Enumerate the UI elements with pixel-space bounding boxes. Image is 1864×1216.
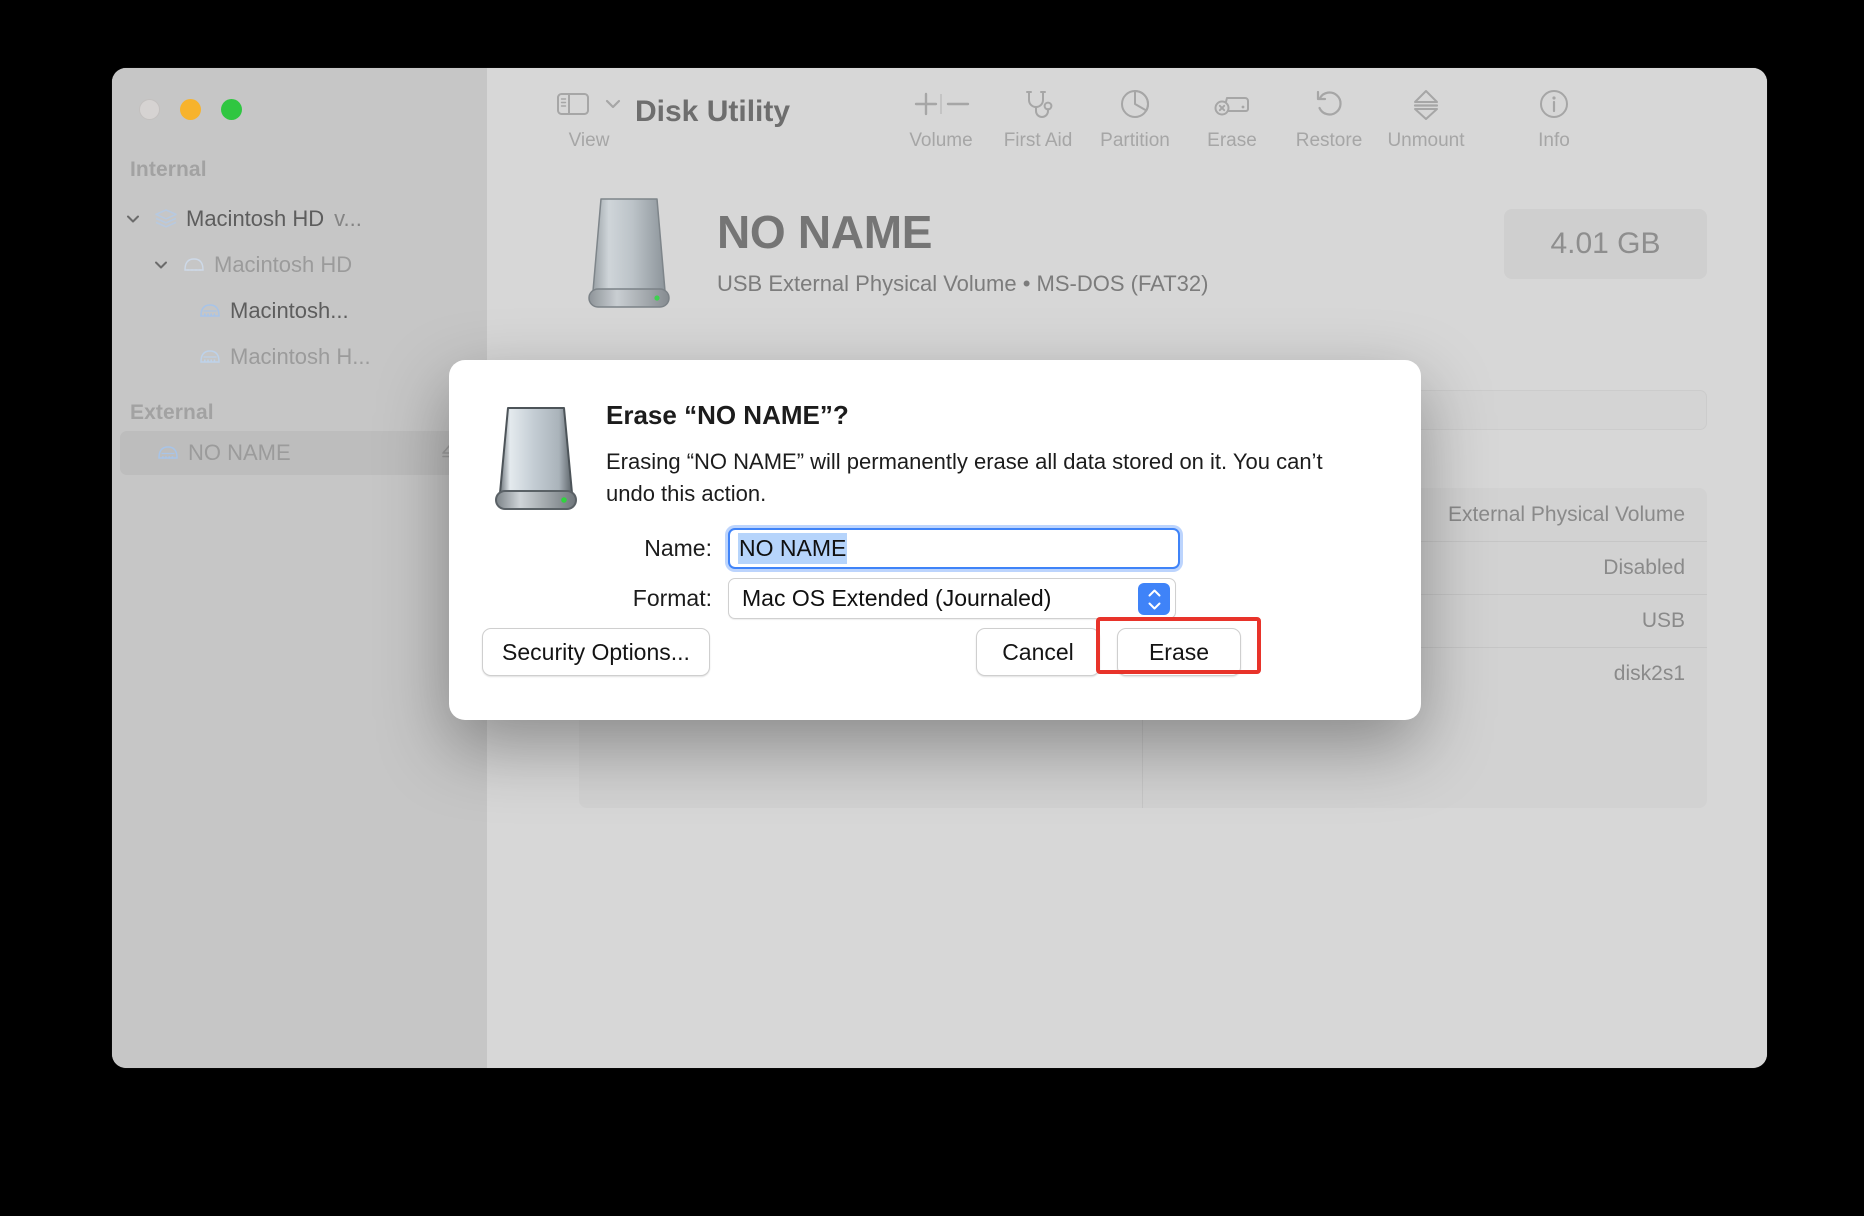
sidebar-item-macintosh-hd-alt[interactable]: Macintosh H... xyxy=(120,335,477,379)
name-input[interactable]: NO NAME xyxy=(728,528,1180,569)
toolbar-view-label: View xyxy=(568,130,610,151)
toolbar-erase-button[interactable]: Erase xyxy=(1178,86,1286,152)
eject-icon[interactable] xyxy=(1410,86,1442,122)
volume-name: NO NAME xyxy=(717,206,933,258)
zoom-window-button[interactable] xyxy=(221,99,242,120)
format-field-row: Format: Mac OS Extended (Journaled) xyxy=(607,578,1176,619)
sidebar-item-label: Macintosh HD xyxy=(214,252,353,277)
toolbar-volume-button[interactable]: Volume xyxy=(887,86,995,152)
undo-arrow-icon[interactable] xyxy=(1313,86,1345,122)
pie-chart-icon[interactable] xyxy=(1119,86,1151,122)
toolbar-first-aid-button[interactable]: First Aid xyxy=(984,86,1092,152)
disk-icon xyxy=(190,298,230,324)
stethoscope-icon[interactable] xyxy=(1021,86,1055,122)
screenshot-root: Internal Macintosh HD v... Macintosh HD … xyxy=(0,0,1864,1216)
sidebar: Internal Macintosh HD v... Macintosh HD … xyxy=(112,68,487,1068)
toolbar-item-label: Partition xyxy=(1100,130,1170,151)
toolbar-item-label: Erase xyxy=(1207,130,1257,151)
row-value: Disabled xyxy=(1603,556,1685,579)
toolbar-item-label: Unmount xyxy=(1387,130,1465,151)
sidebar-item-macintosh-hd-group[interactable]: Macintosh HD v... xyxy=(120,197,477,241)
external-drive-icon xyxy=(579,191,679,326)
chevron-down-icon[interactable] xyxy=(120,210,146,228)
info-circle-icon[interactable] xyxy=(1538,86,1570,122)
toolbar-unmount-button[interactable]: Unmount xyxy=(1372,86,1480,152)
sidebar-item-suffix: v... xyxy=(334,206,362,231)
chevron-down-icon xyxy=(605,99,621,109)
sidebar-section-external: External xyxy=(130,401,214,424)
capacity-badge: 4.01 GB xyxy=(1504,209,1707,279)
cancel-button[interactable]: Cancel xyxy=(976,628,1100,676)
row-value: disk2s1 xyxy=(1613,662,1685,685)
volume-text-block: NO NAME USB External Physical Volume • M… xyxy=(717,191,1208,297)
toolbar-view-button[interactable]: View xyxy=(539,86,639,152)
toolbar-item-label: Info xyxy=(1538,130,1570,151)
sidebar-toggle-icon[interactable] xyxy=(556,86,622,122)
volume-header: NO NAME USB External Physical Volume • M… xyxy=(579,191,1208,326)
sidebar-item-no-name[interactable]: NO NAME xyxy=(120,431,477,475)
toolbar-item-label: Volume xyxy=(909,130,973,151)
row-value: External Physical Volume xyxy=(1448,502,1685,526)
plus-minus-icon[interactable] xyxy=(904,86,978,122)
format-select-value: Mac OS Extended (Journaled) xyxy=(742,585,1052,611)
toolbar-item-label: Restore xyxy=(1295,130,1363,151)
volume-group-icon xyxy=(146,205,186,233)
name-field-row: Name: NO NAME xyxy=(607,528,1180,569)
security-options-button[interactable]: Security Options... xyxy=(482,628,710,676)
row-value: USB xyxy=(1641,609,1685,632)
sidebar-item-label: Macintosh HD xyxy=(186,206,325,231)
chevron-up-down-icon[interactable] xyxy=(1138,583,1170,615)
window-traffic-lights xyxy=(139,99,242,120)
format-field-label: Format: xyxy=(632,585,712,611)
dialog-body-text: Erasing “NO NAME” will permanently erase… xyxy=(606,449,1323,506)
toolbar-info-button[interactable]: Info xyxy=(1500,86,1608,152)
format-select[interactable]: Mac OS Extended (Journaled) xyxy=(728,578,1176,619)
erase-confirmation-dialog: Erase “NO NAME”? Erasing “NO NAME” will … xyxy=(449,360,1421,720)
toolbar: View Disk Utility Volume First Aid Parti… xyxy=(487,68,1767,175)
toolbar-partition-button[interactable]: Partition xyxy=(1081,86,1189,152)
erase-disk-icon[interactable] xyxy=(1213,86,1251,122)
sidebar-item-label: NO NAME xyxy=(188,440,291,465)
sidebar-item-label: Macintosh... xyxy=(230,298,349,323)
disk-icon xyxy=(174,252,214,278)
chevron-down-icon[interactable] xyxy=(148,256,174,274)
external-drive-icon xyxy=(486,403,586,526)
sidebar-item-label: Macintosh H... xyxy=(230,344,371,369)
close-window-button[interactable] xyxy=(139,99,160,120)
dialog-title: Erase “NO NAME”? xyxy=(606,400,849,430)
sidebar-section-internal: Internal xyxy=(130,158,207,181)
name-field-label: Name: xyxy=(644,535,712,561)
capacity-value: 4.01 GB xyxy=(1550,227,1661,260)
sidebar-item-macintosh-hd-disk[interactable]: Macintosh HD xyxy=(120,243,477,287)
disk-icon xyxy=(148,440,188,466)
volume-subtitle: USB External Physical Volume • MS-DOS (F… xyxy=(717,271,1209,296)
erase-button[interactable]: Erase xyxy=(1117,628,1241,676)
name-input-value: NO NAME xyxy=(738,533,848,564)
toolbar-item-label: First Aid xyxy=(1003,130,1073,151)
minimize-window-button[interactable] xyxy=(180,99,201,120)
page-title: Disk Utility xyxy=(635,95,791,128)
sidebar-item-macintosh-data[interactable]: Macintosh... xyxy=(120,289,477,333)
toolbar-restore-button[interactable]: Restore xyxy=(1275,86,1383,152)
disk-icon xyxy=(190,344,230,370)
